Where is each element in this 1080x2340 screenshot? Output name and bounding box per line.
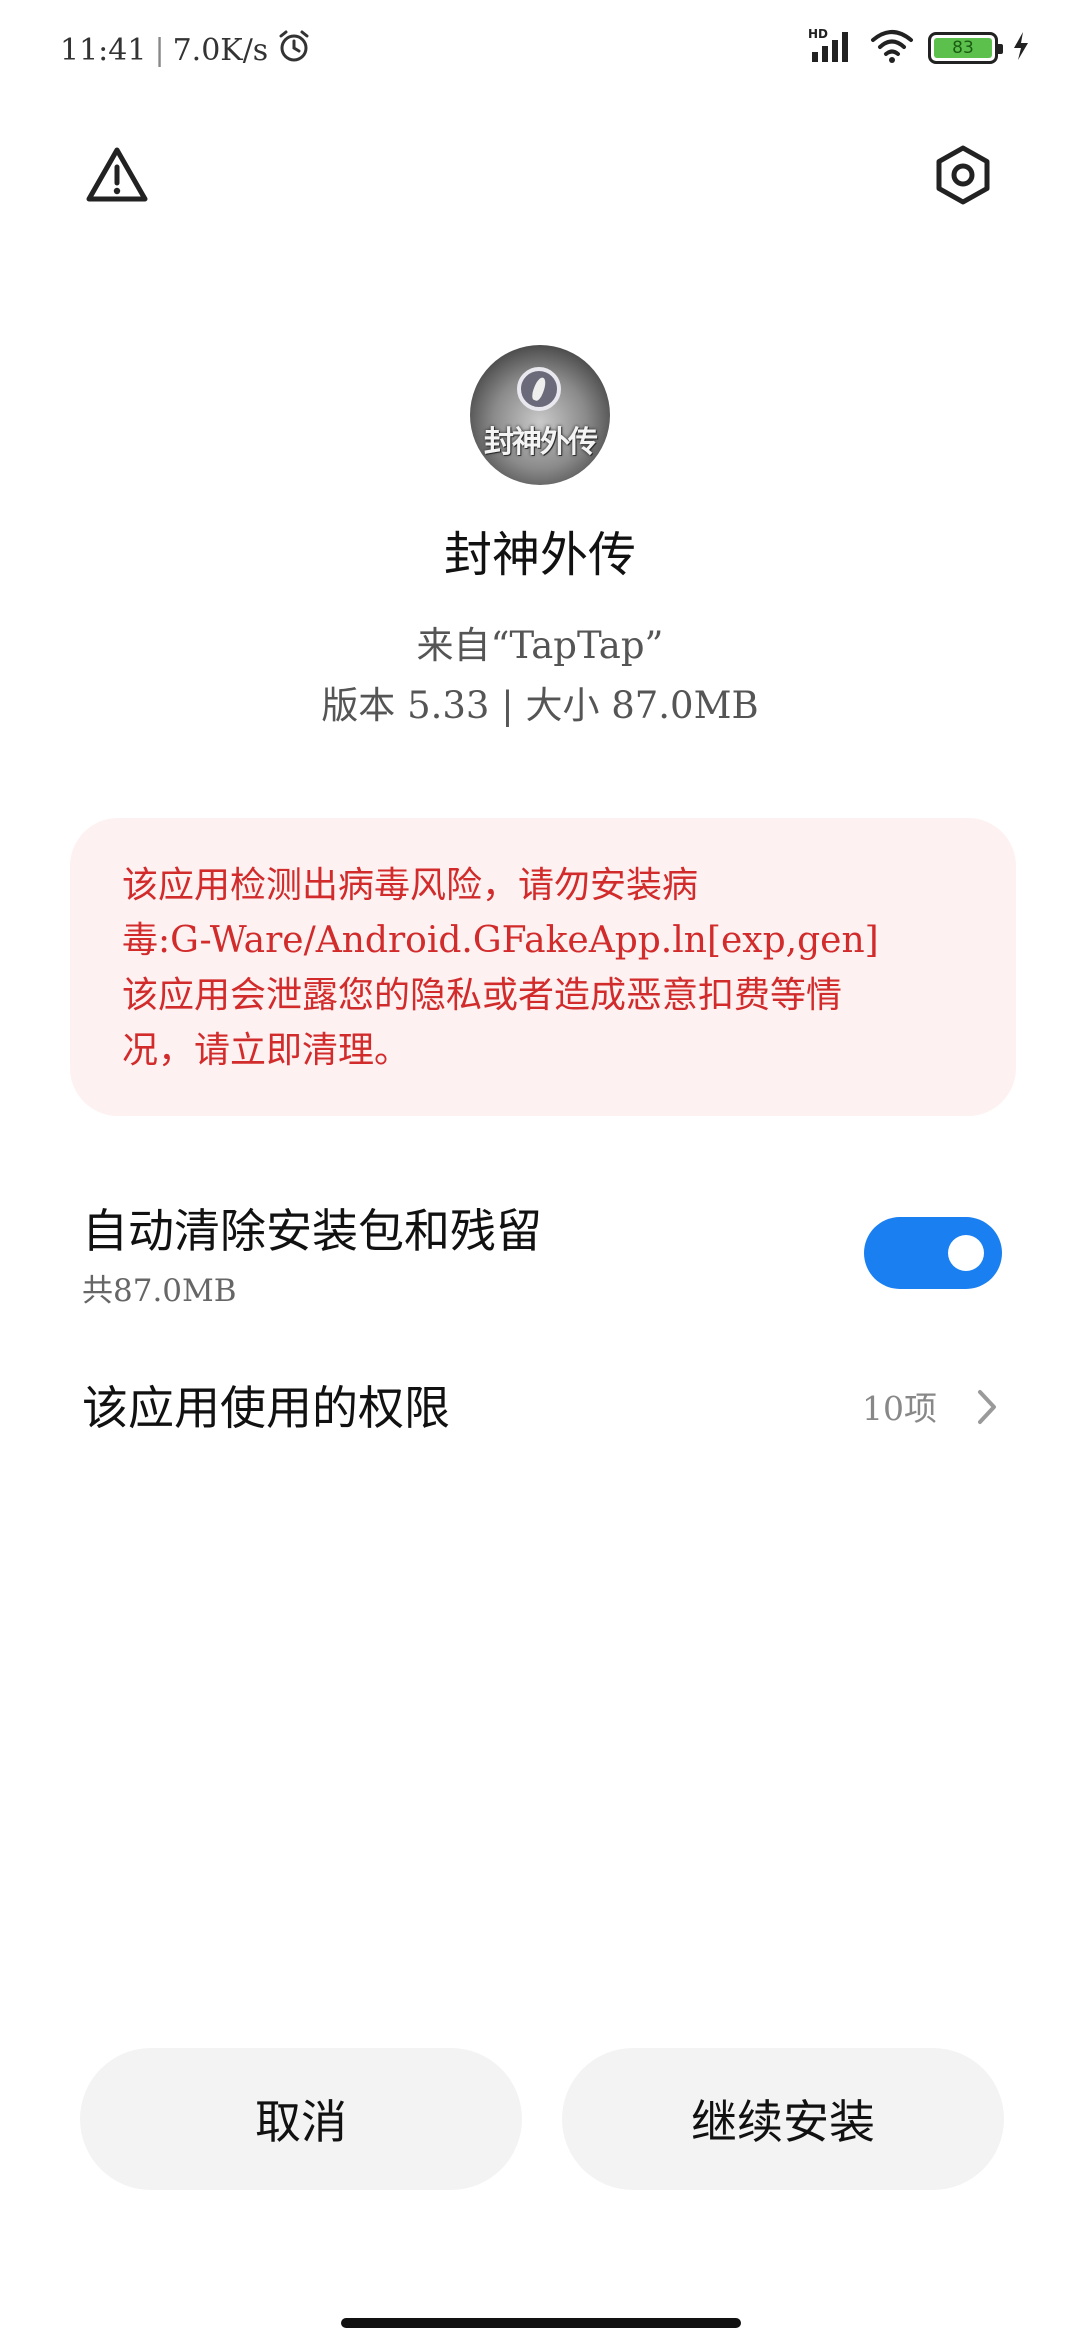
continue-install-button[interactable]: 继续安装 xyxy=(562,2048,1004,2190)
cancel-button[interactable]: 取消 xyxy=(80,2048,522,2190)
app-icon-logo-text: 封神外传 xyxy=(484,425,598,460)
app-source: 来自“TapTap” xyxy=(416,624,664,667)
wifi-icon xyxy=(870,28,914,68)
status-net-speed: 7.0K/s xyxy=(172,32,269,68)
auto-clean-size: 共87.0MB xyxy=(82,1273,237,1309)
permissions-row[interactable]: 该应用使用的权限 10项 xyxy=(82,1370,1002,1445)
network-type-label: HD xyxy=(808,27,828,41)
chevron-right-icon xyxy=(972,1382,1002,1432)
charging-icon xyxy=(1012,31,1030,65)
status-bar: 11:41 | 7.0K/s HD 83 xyxy=(0,0,1080,96)
status-time: 11:41 xyxy=(60,32,147,68)
auto-clean-toggle[interactable] xyxy=(864,1217,1002,1289)
status-right: HD 83 xyxy=(808,26,1030,70)
virus-warning-text: 该应用检测出病毒风险，请勿安装病 毒:G-Ware/Android.GFakeA… xyxy=(122,865,879,1071)
permissions-title: 该应用使用的权限 xyxy=(82,1381,450,1435)
virus-warning-card: 该应用检测出病毒风险，请勿安装病 毒:G-Ware/Android.GFakeA… xyxy=(70,818,1016,1116)
alarm-icon xyxy=(276,28,312,72)
status-left: 11:41 | 7.0K/s xyxy=(60,28,312,72)
battery-level: 83 xyxy=(934,38,992,58)
toggle-knob xyxy=(948,1235,984,1271)
auto-clean-title: 自动清除安装包和残留 xyxy=(82,1204,542,1258)
cellular-signal-icon: HD xyxy=(808,26,856,70)
status-separator: | xyxy=(154,32,165,68)
auto-clean-row[interactable]: 自动清除安装包和残留 共87.0MB xyxy=(82,1195,1002,1325)
settings-icon[interactable] xyxy=(928,140,998,210)
permissions-count: 10项 xyxy=(862,1389,937,1428)
app-version-size: 版本 5.33 | 大小 87.0MB xyxy=(321,684,759,727)
warning-icon[interactable] xyxy=(82,140,152,210)
app-name: 封神外传 xyxy=(443,527,636,583)
app-icon: 封神外传 xyxy=(470,345,610,485)
battery-icon: 83 xyxy=(928,32,1003,64)
home-indicator[interactable] xyxy=(341,2318,741,2328)
app-badge xyxy=(517,367,561,411)
